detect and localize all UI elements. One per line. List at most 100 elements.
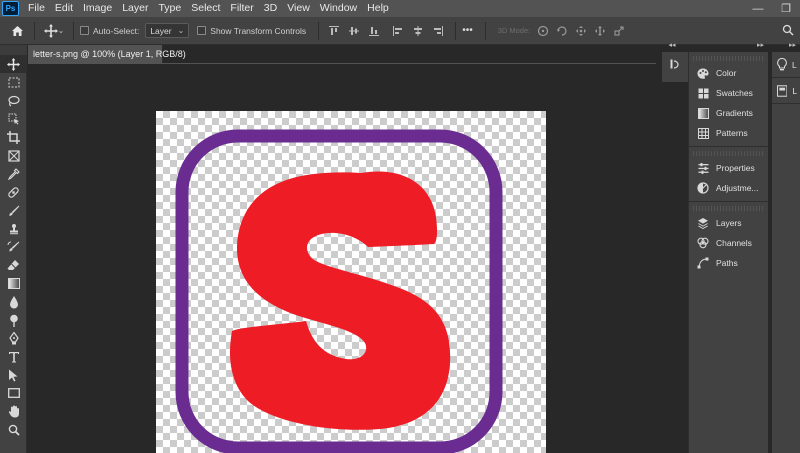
collapse-panel-button[interactable]: ▸▸ (688, 40, 768, 50)
gradient-tool[interactable] (0, 275, 27, 293)
crop-tool[interactable] (0, 128, 27, 146)
home-button[interactable] (6, 20, 28, 42)
menu-help[interactable]: Help (362, 0, 394, 17)
swatches-icon (696, 86, 710, 100)
show-transform-checkbox[interactable] (197, 26, 207, 35)
channels-icon (696, 236, 710, 250)
panel-label-patterns: Patterns (716, 128, 748, 138)
chevrons-right-icon: ▸▸ (788, 42, 796, 49)
align-vertical-center-icon (349, 26, 360, 35)
menu-file[interactable]: File (23, 0, 50, 17)
move-tool[interactable] (0, 55, 27, 74)
menu-view[interactable]: View (282, 0, 315, 17)
dodge-tool[interactable] (0, 311, 27, 329)
path-select-tool[interactable] (0, 366, 27, 384)
panel-item-swatches[interactable]: Swatches (689, 83, 768, 103)
3d-roll-button[interactable] (553, 22, 571, 40)
separator (34, 21, 35, 40)
panel-label-channels: Channels (716, 238, 752, 248)
eyedropper-tool[interactable] (0, 165, 27, 183)
panel-item-properties[interactable]: Properties (689, 158, 768, 178)
rectangle-tool[interactable] (0, 384, 27, 402)
marquee-tool[interactable] (0, 73, 27, 91)
stamp-icon (9, 223, 18, 235)
frame-tool[interactable] (0, 146, 27, 164)
align-vcenter-button[interactable] (345, 22, 363, 40)
hand-icon (8, 405, 19, 418)
move-icon (7, 57, 20, 71)
auto-select-checkbox[interactable] (80, 26, 89, 35)
document-area: letter-s.png @ 100% (Layer 1, RGB/8) (28, 45, 656, 453)
tools-panel (0, 55, 27, 453)
adjustments-icon (696, 181, 710, 195)
history-icon (670, 59, 679, 69)
menu-layer[interactable]: Layer (117, 0, 153, 17)
3d-scale-button[interactable] (610, 22, 628, 40)
zoom-tool[interactable] (0, 421, 27, 439)
align-hcenter-button[interactable] (409, 22, 427, 40)
panel-item-learn[interactable]: L (772, 52, 800, 78)
auto-select-target-dropdown[interactable]: Layer ⌄ (145, 23, 190, 38)
collapse-panel-button[interactable]: ◂◂ (656, 40, 688, 50)
panel-grip[interactable] (693, 56, 764, 61)
menu-image[interactable]: Image (78, 0, 117, 17)
panel-item-color[interactable]: Color (689, 63, 768, 83)
align-bottom-icon (369, 26, 380, 36)
photoshop-logo: Ps (2, 1, 19, 16)
panel-grip[interactable] (693, 206, 764, 211)
lasso-tool[interactable] (0, 92, 27, 110)
eraser-tool[interactable] (0, 256, 27, 274)
document-tab[interactable]: letter-s.png @ 100% (Layer 1, RGB/8) (28, 45, 186, 63)
menu-edit[interactable]: Edit (50, 0, 78, 17)
blur-tool[interactable] (0, 293, 27, 311)
gradient-icon (7, 278, 20, 290)
chevron-down-icon: ⌄ (57, 26, 65, 35)
hand-tool[interactable] (0, 403, 27, 421)
align-left-button[interactable] (389, 22, 407, 40)
panel-item-adjustments[interactable]: Adjustme... (689, 178, 768, 198)
3d-slide-button[interactable] (591, 22, 609, 40)
healing-brush-tool[interactable] (0, 183, 27, 201)
menu-window[interactable]: Window (315, 0, 362, 17)
brush-tool[interactable] (0, 201, 27, 219)
panel-grip[interactable] (693, 151, 764, 156)
menu-type[interactable]: Type (153, 0, 186, 17)
panel-item-paths[interactable]: Paths (689, 253, 768, 273)
more-options-button[interactable]: ••• (462, 25, 473, 36)
3d-orbit-button[interactable] (534, 22, 552, 40)
menu-select[interactable]: Select (186, 0, 225, 17)
align-right-button[interactable] (429, 22, 447, 40)
align-bottom-button[interactable] (365, 22, 383, 40)
move-icon (43, 23, 58, 38)
auto-select-target-value: Layer (150, 25, 172, 36)
letter-s-shape (229, 171, 451, 430)
history-brush-tool[interactable] (0, 238, 27, 256)
pen-icon (8, 332, 19, 345)
align-horizontal-center-icon (414, 25, 423, 36)
menu-3d[interactable]: 3D (259, 0, 282, 17)
document-canvas[interactable] (156, 111, 546, 453)
minimize-button[interactable]: — (744, 0, 772, 17)
panel-item-gradients[interactable]: Gradients (689, 103, 768, 123)
collapse-panel-button[interactable]: ▸▸ (772, 40, 800, 50)
history-panel-mini[interactable] (662, 52, 688, 82)
3d-pan-button[interactable] (572, 22, 590, 40)
move-tool-preset-button[interactable]: ⌄ (41, 20, 67, 42)
pen-tool[interactable] (0, 329, 27, 347)
bandage-icon (8, 186, 19, 198)
search-button[interactable] (776, 19, 800, 41)
panel-item-layers[interactable]: Layers (689, 213, 768, 233)
menu-filter[interactable]: Filter (225, 0, 258, 17)
align-top-button[interactable] (325, 22, 343, 40)
menu-bar: Ps File Edit Image Layer Type Select Fil… (0, 0, 800, 17)
panel-item-libraries[interactable]: L (772, 78, 800, 104)
eraser-icon (7, 260, 19, 271)
rectangular-marquee-icon (8, 77, 19, 88)
restore-button[interactable]: ❐ (772, 0, 800, 17)
clone-stamp-tool[interactable] (0, 220, 27, 238)
type-tool[interactable] (0, 348, 27, 366)
panel-item-patterns[interactable]: Patterns (689, 123, 768, 143)
object-select-tool[interactable] (0, 110, 27, 128)
tools-panel-header[interactable] (0, 45, 27, 55)
panel-item-channels[interactable]: Channels (689, 233, 768, 253)
